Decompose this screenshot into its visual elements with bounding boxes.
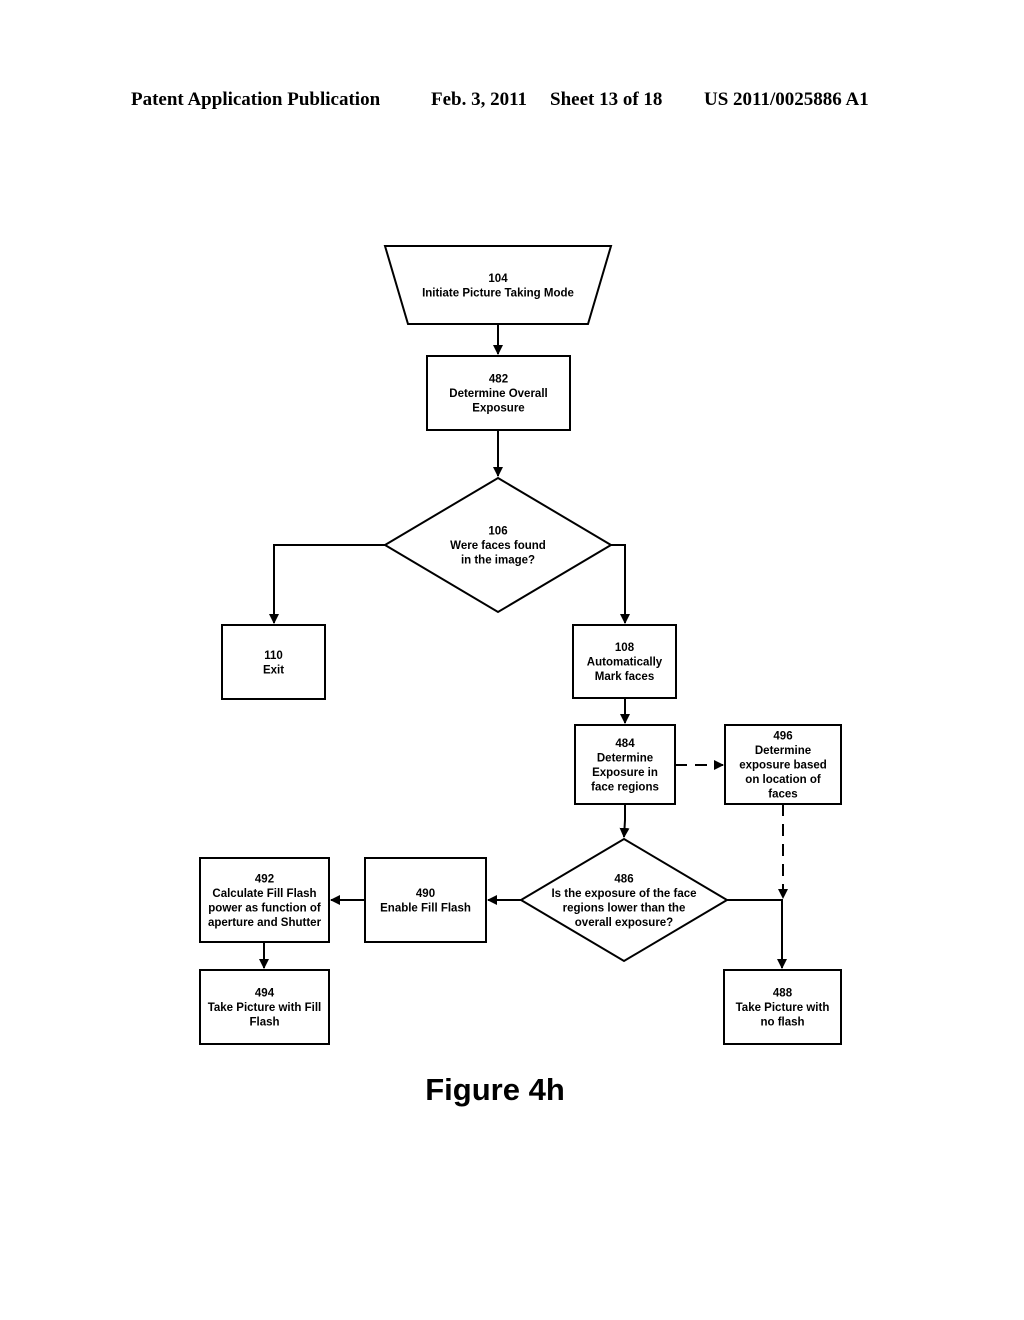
node-id: 494	[255, 988, 275, 1000]
node-486-shape	[519, 837, 729, 963]
node-id: 488	[773, 988, 793, 1000]
node-id: 110	[264, 650, 283, 662]
node-text-line: Flash	[249, 1017, 279, 1029]
node-text-line: Determine	[755, 745, 811, 757]
node-text-line: faces	[768, 789, 797, 801]
node-text-line: Take Picture with	[736, 1002, 830, 1014]
node-text-line: Enable Fill Flash	[380, 902, 471, 914]
edge-106-to-110	[269, 544, 385, 624]
node-text-line: Calculate Fill Flash	[212, 888, 316, 900]
node-text-line: Take Picture with Fill	[208, 1002, 322, 1014]
node-id: 486	[614, 873, 633, 885]
node-text-line: Determine	[597, 752, 653, 764]
figure-label: Figure 4h	[425, 1072, 565, 1107]
node-text-line: power as function of	[208, 902, 321, 914]
node-text-line: Is the exposure of the face	[551, 888, 696, 900]
node-id: 496	[773, 731, 792, 743]
node-id: 484	[615, 738, 635, 750]
edge-106-to-108	[611, 544, 630, 624]
node-text-line: regions lower than the	[563, 902, 686, 914]
node-text-line: Exit	[263, 664, 284, 676]
node-text-line: Determine Overall	[449, 388, 547, 400]
node-490-shape	[364, 857, 487, 943]
node-104-shape	[383, 245, 613, 325]
node-text-line: Automatically	[587, 657, 663, 669]
node-text-line: no flash	[760, 1017, 804, 1029]
node-text-line: Exposure in	[592, 767, 658, 779]
node-492-shape	[199, 857, 330, 943]
node-id: 104	[488, 273, 508, 285]
node-text-line: Were faces found	[450, 540, 546, 552]
node-text-line: Initiate Picture Taking Mode	[422, 287, 574, 299]
node-110-shape	[221, 624, 326, 700]
node-text-line: exposure based	[739, 760, 827, 772]
node-text-line: on location of	[745, 774, 821, 786]
node-id: 482	[489, 374, 508, 386]
node-id: 106	[488, 526, 507, 538]
node-text-line: Mark faces	[595, 671, 654, 683]
node-text-line: aperture and Shutter	[208, 917, 322, 929]
node-text-line: face regions	[591, 781, 659, 793]
flowchart: 104 Initiate Picture Taking Mode 482 Determ…	[199, 245, 842, 1107]
node-id: 490	[416, 888, 435, 900]
node-text-line: overall exposure?	[575, 917, 673, 929]
node-id: 492	[255, 873, 274, 885]
node-id: 108	[615, 642, 635, 654]
edge-484-to-486	[619, 804, 630, 838]
edge-486-to-488	[727, 899, 787, 969]
node-text-line: Exposure	[472, 403, 524, 415]
node-text-line: in the image?	[461, 555, 535, 567]
